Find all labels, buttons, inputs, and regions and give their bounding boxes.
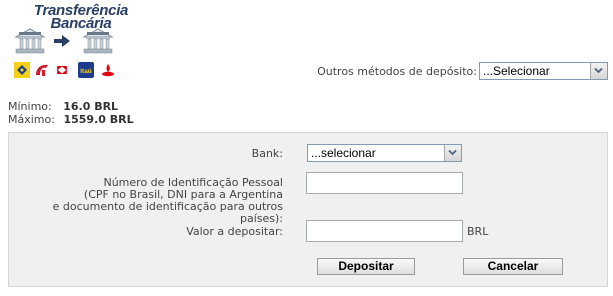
arrow-right-icon xyxy=(54,35,70,47)
bank-building-icon xyxy=(14,28,46,54)
bradesco-icon xyxy=(34,62,50,78)
deposit-button[interactable]: Depositar xyxy=(317,258,415,275)
max-limit-label: Máximo: xyxy=(8,113,55,126)
personal-id-label-line3: e documento de identificação para outros… xyxy=(52,200,283,225)
cancel-button[interactable]: Cancelar xyxy=(463,258,563,275)
transfer-logo-title: Transferência Bancária xyxy=(22,3,140,31)
other-methods-select[interactable]: ...Selecionar xyxy=(479,62,608,80)
banco-do-brasil-icon xyxy=(14,62,30,78)
santander-icon xyxy=(100,62,116,78)
other-methods-selected-value: ...Selecionar xyxy=(483,64,550,78)
bank-building-icon xyxy=(82,28,114,54)
max-limit-value: 1559.0 BRL xyxy=(63,113,134,126)
amount-label: Valor a depositar: xyxy=(186,225,283,238)
dropdown-button[interactable] xyxy=(590,63,607,79)
bank-label: Bank: xyxy=(251,147,283,160)
itau-icon-text: Itaú xyxy=(80,68,92,75)
bank-selected-value: ...selecionar xyxy=(311,146,376,160)
dropdown-button[interactable] xyxy=(444,145,461,161)
chevron-down-icon xyxy=(448,149,457,156)
min-limit-label: Mínimo: xyxy=(8,100,52,113)
hsbc-icon xyxy=(54,63,70,77)
other-methods-label: Outros métodos de depósito: xyxy=(317,65,477,78)
personal-id-input[interactable] xyxy=(306,172,463,194)
amount-input[interactable] xyxy=(306,220,463,242)
currency-label: BRL xyxy=(467,225,489,238)
bank-select[interactable]: ...selecionar xyxy=(307,144,462,162)
chevron-down-icon xyxy=(594,67,603,74)
deposit-limits: Mínimo: 16.0 BRL Máximo: 1559.0 BRL xyxy=(8,100,134,126)
personal-id-label: Número de Identificação Pessoal (CPF no … xyxy=(20,177,283,225)
min-limit-row: Mínimo: 16.0 BRL xyxy=(8,100,134,113)
max-limit-row: Máximo: 1559.0 BRL xyxy=(8,113,134,126)
itau-icon: Itaú xyxy=(78,62,94,78)
min-limit-value: 16.0 BRL xyxy=(63,100,119,113)
